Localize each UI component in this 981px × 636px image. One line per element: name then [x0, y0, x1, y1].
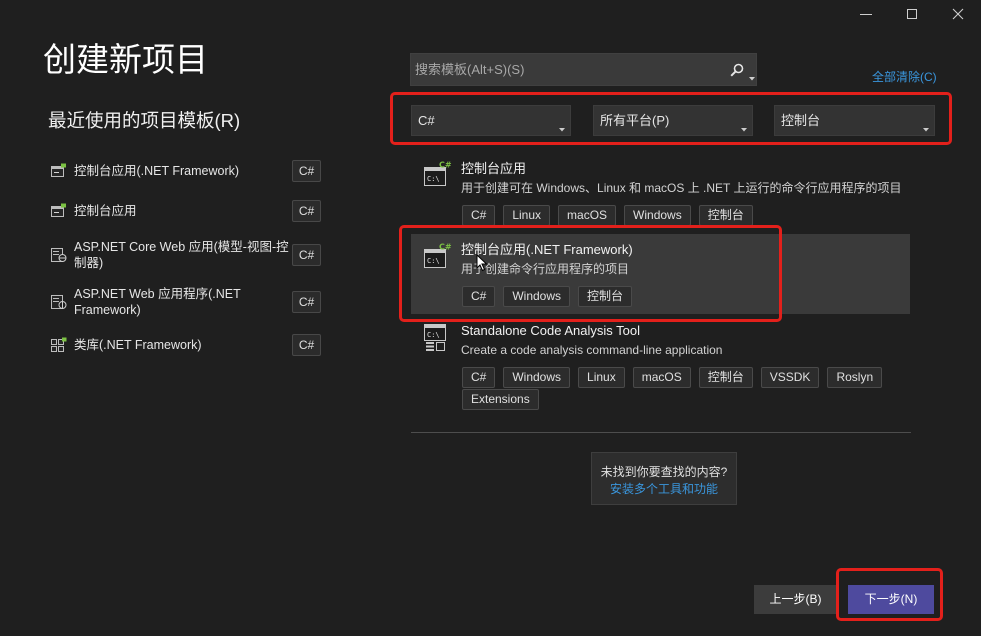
tag: C# — [462, 286, 496, 307]
minimize-icon — [860, 7, 872, 25]
language-filter-value: C# — [418, 113, 435, 128]
recent-templates-heading: 最近使用的项目模板(R) — [48, 110, 241, 131]
recent-template-item[interactable]: 控制台应用 C# — [48, 200, 324, 222]
language-tag: C# — [292, 244, 321, 266]
next-button[interactable]: 下一步(N) — [848, 585, 934, 614]
template-title: 控制台应用 — [461, 161, 527, 176]
tag: Windows — [624, 205, 691, 226]
recent-template-name: 控制台应用 — [74, 203, 288, 219]
aspnet-web-icon — [51, 294, 67, 310]
project-type-filter-value: 控制台 — [781, 113, 821, 128]
template-tags: C# Windows 控制台 — [462, 286, 902, 307]
language-tag: C# — [292, 200, 321, 222]
icon-badge-text: C# — [439, 161, 452, 170]
maximize-button[interactable] — [896, 0, 928, 32]
more-tools-box: 未找到你要查找的内容? 安装多个工具和功能 — [591, 452, 737, 505]
template-description: 用于创建可在 Windows、Linux 和 macOS 上 .NET 上运行的… — [461, 181, 902, 195]
close-button[interactable] — [942, 0, 974, 32]
project-type-filter-dropdown[interactable]: 控制台 — [774, 105, 935, 136]
list-divider — [411, 432, 911, 433]
chevron-down-icon[interactable] — [749, 68, 755, 81]
chevron-down-icon — [559, 119, 565, 132]
tag: Linux — [578, 367, 625, 388]
recent-template-name: ASP.NET Web 应用程序(.NET Framework) — [74, 286, 288, 318]
recent-template-item[interactable]: ASP.NET Web 应用程序(.NET Framework) C# — [48, 283, 324, 321]
tag: VSSDK — [760, 367, 820, 388]
icon-prompt-text: C:\ — [427, 331, 440, 339]
platform-filter-value: 所有平台(P) — [600, 113, 670, 128]
chevron-down-icon — [923, 119, 929, 132]
search-icon[interactable] — [730, 63, 744, 77]
template-item-selected[interactable]: C:\ C# 控制台应用(.NET Framework) 用于创建命令行应用程序… — [411, 234, 910, 314]
tag: C# — [462, 367, 496, 388]
language-filter-dropdown[interactable]: C# — [411, 105, 571, 136]
aspnet-core-web-icon — [51, 247, 67, 263]
page-title: 创建新项目 — [43, 41, 208, 78]
recent-template-name-line: 控制台应用 — [74, 204, 137, 218]
recent-template-name-line: Framework) — [74, 303, 141, 317]
mouse-pointer-icon — [476, 253, 488, 272]
template-tags: C# Linux macOS Windows 控制台 — [462, 205, 902, 226]
recent-template-name-line: ASP.NET Web 应用程序(.NET — [74, 287, 241, 301]
language-tag: C# — [292, 291, 321, 313]
icon-prompt-text: C:\ — [427, 175, 440, 183]
console-app-icon — [51, 203, 67, 219]
close-icon — [952, 7, 964, 25]
tag: Windows — [503, 367, 571, 388]
icon-badge-text: C# — [439, 243, 452, 252]
console-app-csharp-icon: C:\ C# — [424, 160, 452, 188]
tag: C# — [462, 205, 496, 226]
recent-template-name-line: 控制台应用(.NET Framework) — [74, 164, 240, 178]
tag: 控制台 — [578, 286, 633, 307]
tag: Extensions — [462, 389, 539, 410]
template-item[interactable]: C:\ Standalone Code Analysis Tool Create… — [411, 315, 910, 415]
console-app-csharp-icon: C:\ C# — [424, 242, 452, 270]
chevron-down-icon — [741, 119, 747, 132]
template-item[interactable]: C:\ C# 控制台应用 用于创建可在 Windows、Linux 和 macO… — [411, 153, 910, 233]
template-title: Standalone Code Analysis Tool — [461, 323, 640, 338]
tag: macOS — [558, 205, 617, 226]
recent-template-name-line: ASP.NET Core Web 应用(模型-视图-控 — [74, 240, 289, 254]
help-question: 未找到你要查找的内容? — [600, 465, 728, 479]
clear-all-link[interactable]: 全部清除(C) — [872, 70, 937, 85]
tag: Windows — [503, 286, 571, 307]
recent-template-item[interactable]: 类库(.NET Framework) C# — [48, 334, 324, 356]
tag: 控制台 — [698, 205, 753, 226]
recent-template-item[interactable]: ASP.NET Core Web 应用(模型-视图-控 制器) C# — [48, 236, 324, 274]
search-input[interactable] — [411, 54, 723, 85]
recent-template-name: ASP.NET Core Web 应用(模型-视图-控 制器) — [74, 239, 289, 271]
install-tools-link[interactable]: 安装多个工具和功能 — [592, 482, 736, 497]
tag: 控制台 — [698, 367, 753, 388]
language-tag: C# — [292, 334, 321, 356]
console-app-icon — [51, 163, 67, 179]
class-library-icon — [51, 337, 67, 353]
tag: macOS — [632, 367, 691, 388]
tag: Linux — [503, 205, 551, 226]
recent-template-item[interactable]: 控制台应用(.NET Framework) C# — [48, 160, 324, 182]
maximize-icon — [906, 7, 918, 25]
platform-filter-dropdown[interactable]: 所有平台(P) — [593, 105, 753, 136]
icon-prompt-text: C:\ — [427, 257, 440, 265]
back-button[interactable]: 上一步(B) — [754, 585, 837, 614]
minimize-button[interactable] — [850, 0, 882, 32]
code-analysis-tool-icon: C:\ — [424, 324, 452, 352]
template-tags: C# Windows Linux macOS 控制台 VSSDK Roslyn … — [462, 367, 902, 410]
recent-template-name: 类库(.NET Framework) — [74, 337, 288, 353]
recent-template-name: 控制台应用(.NET Framework) — [74, 163, 288, 179]
language-tag: C# — [292, 160, 321, 182]
tag: Roslyn — [827, 367, 883, 388]
template-description: Create a code analysis command-line appl… — [461, 343, 723, 357]
recent-template-name-line: 制器) — [74, 256, 104, 270]
search-box[interactable] — [410, 53, 757, 86]
recent-template-name-line: 类库(.NET Framework) — [74, 338, 202, 352]
